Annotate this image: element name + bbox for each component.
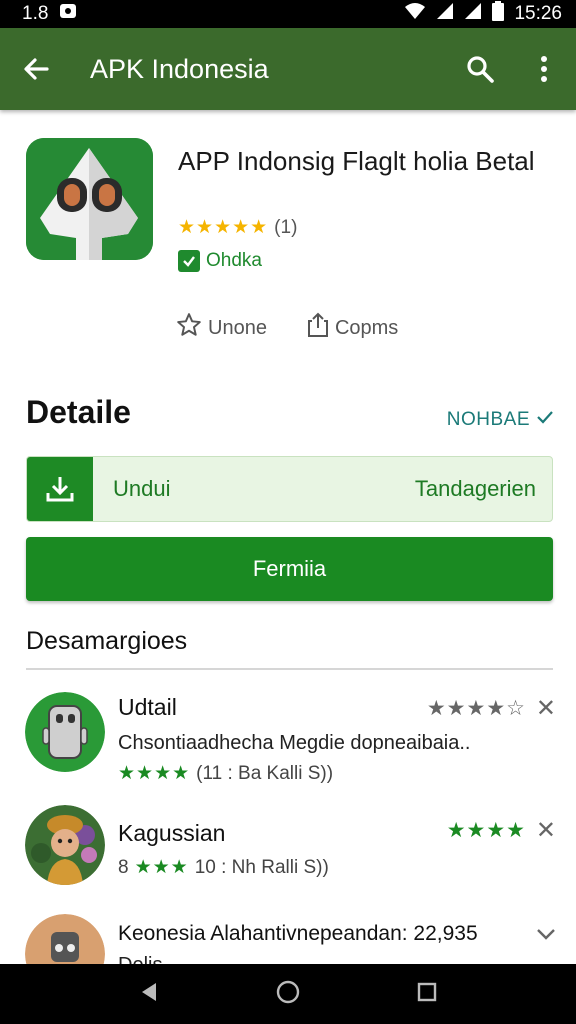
rating-count: (1) [274, 216, 298, 238]
close-icon[interactable]: ✕ [536, 816, 556, 845]
item-stars: ★★★ [134, 857, 189, 878]
search-icon[interactable] [448, 28, 512, 110]
status-bar: 1.8 15:26 [0, 0, 576, 28]
app-actions: Unone Copms [176, 312, 398, 344]
list-item[interactable]: Keonesia Alahantivnepeandan: 22,935 Deli… [0, 910, 576, 964]
item-meta: ★★★★ (11 : Ba Kalli S)) [118, 762, 333, 785]
share-button[interactable]: Copms [307, 312, 398, 344]
share-label: Copms [334, 316, 399, 339]
avatar [25, 692, 105, 772]
divider [26, 668, 553, 670]
status-left-text: 1.8 [22, 3, 49, 24]
item-meta-prefix: 8 [118, 856, 129, 878]
rating-stars: ★★★★★ [178, 217, 269, 238]
chevron-down-icon[interactable] [536, 920, 556, 948]
item-meta: 8 ★★★ 10 : Nh Ralli S)) [118, 856, 329, 879]
item-desc: Chsontiaadhecha Megdie dopneaibaia.. [118, 732, 471, 754]
download-icon [27, 457, 93, 521]
battery-icon [492, 1, 505, 27]
app-bar: APK Indonesia [0, 28, 576, 110]
back-arrow-icon[interactable] [0, 28, 72, 110]
item-name: Udtail [118, 694, 177, 720]
install-button[interactable]: Fermiia [26, 537, 553, 601]
list-title: Desamargioes [26, 627, 188, 655]
item-name: Kagussian [118, 820, 226, 846]
nav-recents-icon[interactable] [416, 981, 438, 1008]
list-item[interactable]: Udtail Chsontiaadhecha Megdie dopneaibai… [0, 690, 576, 790]
app-bar-title: APK Indonesia [90, 53, 269, 84]
verified-badge: Ohdka [178, 250, 262, 272]
wishlist-button[interactable]: Unone [176, 312, 267, 344]
item-rating-stars: ★★★★ [446, 819, 526, 842]
avatar [25, 914, 105, 964]
badge-label: Ohdka [206, 250, 262, 271]
signal-icon [436, 2, 454, 26]
item-rating-stars: ★★★★☆ [426, 697, 526, 720]
nav-home-icon[interactable] [275, 979, 301, 1010]
star-outline-icon [176, 312, 202, 344]
wishlist-label: Unone [208, 316, 267, 339]
wifi-icon [404, 2, 426, 26]
status-time: 15:26 [514, 3, 562, 24]
app-icon [26, 138, 153, 260]
notification-icon [58, 1, 78, 27]
app-title: APP Indonsig Flaglt holia Betal [178, 146, 535, 176]
system-nav-bar [0, 964, 576, 1024]
download-status: Tandagerien [414, 476, 536, 501]
download-row[interactable]: Undui Tandagerien [26, 456, 553, 522]
download-label: Undui [113, 476, 171, 501]
avatar [25, 805, 105, 885]
more-vert-icon[interactable] [512, 28, 576, 110]
close-icon[interactable]: ✕ [536, 694, 556, 723]
list-item[interactable]: Kagussian 8 ★★★ 10 : Nh Ralli S)) ★★★★ ✕ [0, 800, 576, 900]
nav-back-icon[interactable] [138, 981, 160, 1008]
item-name: Keonesia Alahantivnepeandan: 22,935 [118, 922, 478, 945]
details-link[interactable]: NOHBAE [447, 408, 554, 432]
details-title: Detaile [26, 394, 131, 430]
item-meta-text: (11 : Ba Kalli S)) [196, 762, 334, 784]
app-rating: ★★★★★ (1) [178, 216, 297, 239]
check-icon [536, 408, 554, 432]
check-icon [178, 250, 200, 272]
share-icon [307, 312, 329, 344]
item-stars: ★★★★ [118, 763, 191, 784]
item-meta-text: 10 : Nh Ralli S)) [194, 856, 329, 878]
data-icon [464, 2, 482, 26]
item-desc: Delis [118, 954, 162, 964]
details-link-label: NOHBAE [446, 409, 530, 430]
